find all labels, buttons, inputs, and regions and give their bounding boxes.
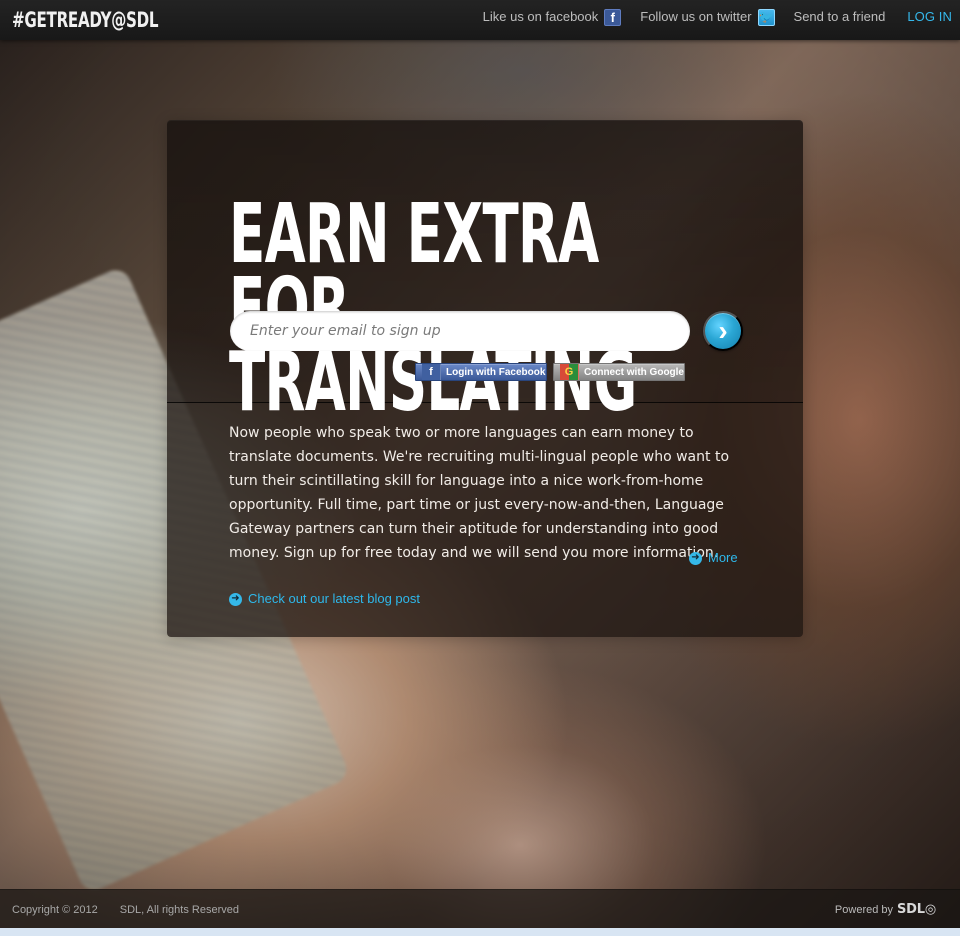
facebook-icon: f (422, 364, 441, 380)
twitter-follow-label: Follow us on twitter (640, 9, 752, 24)
facebook-icon: f (604, 8, 622, 26)
send-to-friend-link[interactable]: Send to a friend (794, 7, 886, 27)
latest-blog-post-label: Check out our latest blog post (248, 591, 420, 606)
bottom-window-strip (0, 928, 960, 936)
email-submit-button[interactable]: › (703, 311, 743, 351)
google-icon: G (560, 364, 579, 380)
signup-hero-section: EARN EXTRA FOR TRANSLATING › f Login wit… (167, 120, 803, 423)
google-connect-button[interactable]: G Connect with Google (553, 363, 685, 381)
program-description-section: Now people who speak two or more languag… (229, 421, 749, 565)
facebook-like-label: Like us on facebook (482, 9, 599, 24)
facebook-login-label: Login with Facebook (446, 366, 546, 378)
header-links: Like us on facebook f Follow us on twitt… (483, 7, 952, 27)
landing-page-background: #GETREADY@SDL Like us on facebook f Foll… (0, 0, 960, 928)
page-footer: Copyright © 2012 SDL, All rights Reserve… (0, 889, 960, 928)
top-navigation-bar: #GETREADY@SDL Like us on facebook f Foll… (0, 0, 960, 40)
chevron-right-icon: › (718, 315, 728, 346)
email-signup-field-wrapper (230, 311, 690, 351)
login-link[interactable]: LOG IN (907, 7, 952, 27)
copyright-area: Copyright © 2012 SDL, All rights Reserve… (12, 902, 239, 918)
email-signup-input[interactable] (230, 311, 690, 351)
rights-text: SDL, All rights Reserved (119, 904, 239, 916)
latest-blog-post-link[interactable]: ➜ Check out our latest blog post (229, 590, 420, 608)
arrow-circle-icon: ➜ (229, 592, 242, 606)
powered-by-area: Powered by SDL◎ (835, 902, 936, 918)
social-login-buttons: f Login with Facebook G Connect with Goo… (415, 363, 685, 381)
site-brand-logo[interactable]: #GETREADY@SDL (12, 8, 159, 32)
twitter-follow-link[interactable]: Follow us on twitter 🐦 (640, 7, 775, 27)
facebook-like-link[interactable]: Like us on facebook f (483, 7, 622, 27)
powered-by-label: Powered by (834, 904, 894, 916)
more-link-label: More (708, 550, 738, 565)
hero-headline: EARN EXTRA FOR TRANSLATING (229, 193, 637, 423)
arrow-circle-icon: ➜ (689, 551, 702, 565)
google-connect-label: Connect with Google (584, 366, 684, 378)
copyright-text: Copyright © 2012 (12, 904, 98, 916)
sdl-logo[interactable]: SDL◎ (897, 902, 936, 918)
more-link[interactable]: ➜ More (689, 549, 738, 567)
facebook-login-button[interactable]: f Login with Facebook (415, 363, 547, 381)
program-description: Now people who speak two or more languag… (229, 425, 730, 561)
signup-card: EARN EXTRA FOR TRANSLATING › f Login wit… (167, 120, 803, 637)
twitter-icon: 🐦 (757, 8, 775, 26)
